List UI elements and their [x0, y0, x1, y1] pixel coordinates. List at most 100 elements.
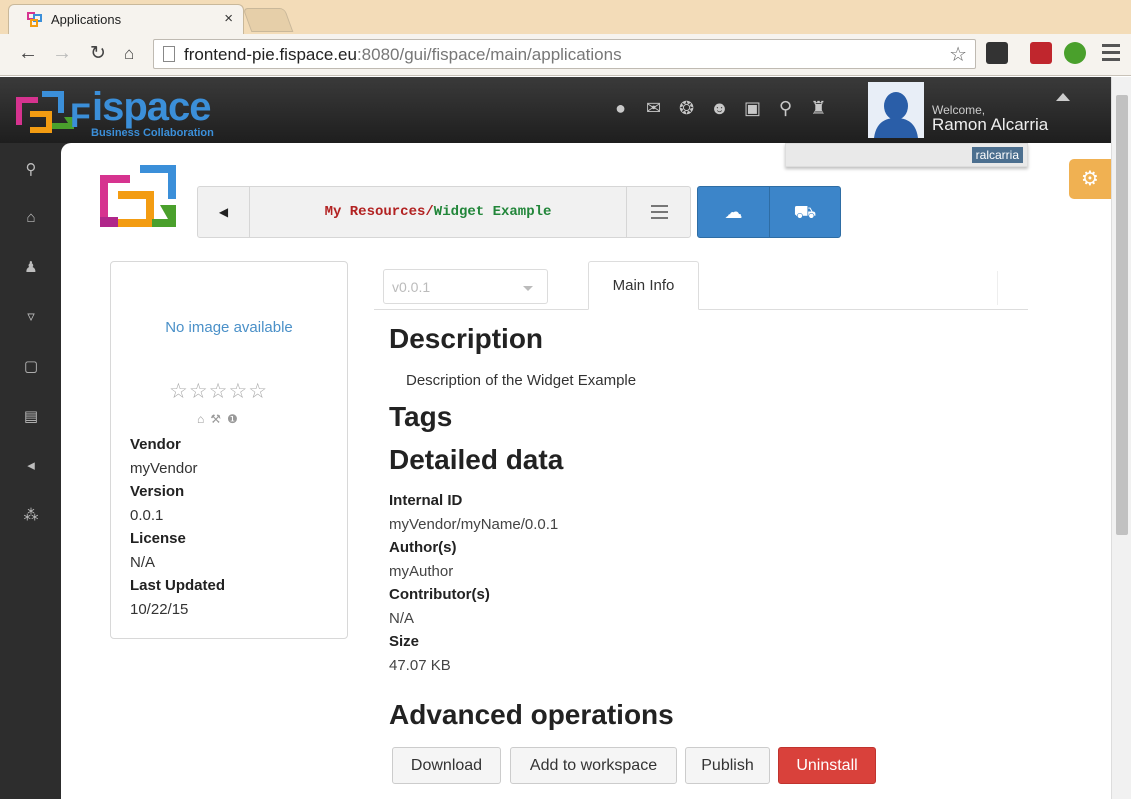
brand-name: ispace	[92, 85, 212, 129]
envelope-icon[interactable]: ✉	[643, 97, 664, 119]
svg-text:F: F	[70, 97, 90, 135]
user-badge-label: ralcarria	[971, 147, 1023, 163]
fispace-logo[interactable]: F ispace Business Collaboration	[12, 85, 214, 139]
url-text: frontend-pie.fispace.eu:8080/gui/fispace…	[184, 45, 622, 64]
rail-home-icon[interactable]: ⌂	[22, 209, 40, 227]
browser-tab[interactable]: Applications ×	[8, 4, 244, 34]
new-tab-button[interactable]	[242, 8, 294, 32]
rail-cart-icon[interactable]: ▿	[22, 308, 40, 326]
address-bar[interactable]: frontend-pie.fispace.eu:8080/gui/fispace…	[153, 39, 976, 69]
extension-red-icon[interactable]	[1030, 42, 1052, 64]
resource-mini-icons: ⌂⚒❶	[197, 412, 244, 426]
upload-cloud-button[interactable]: ☁	[698, 187, 769, 237]
fispace-logo-mark-icon: F	[16, 91, 90, 135]
chevron-down-icon	[523, 286, 533, 291]
forward-arrow-icon[interactable]: →	[52, 42, 72, 65]
page-icon	[163, 46, 175, 62]
briefcase-icon[interactable]: ▣	[742, 97, 763, 119]
info-mini-icon[interactable]: ❶	[227, 412, 244, 426]
tab-main-info[interactable]: Main Info	[588, 261, 699, 310]
authors-label: Author(s)	[389, 539, 457, 556]
avatar[interactable]	[868, 82, 924, 138]
no-image-placeholder: No image available	[165, 319, 293, 336]
back-arrow-icon[interactable]: ←	[18, 42, 38, 65]
rail-cubes-icon[interactable]: ⁂	[22, 507, 40, 525]
extension-icon[interactable]	[986, 42, 1008, 64]
browser-toolbar: ← → ↻ ⌂ frontend-pie.fispace.eu:8080/gui…	[0, 34, 1131, 76]
license-value: N/A	[130, 553, 156, 571]
version-select[interactable]: v0.0.1	[383, 269, 548, 304]
search-icon[interactable]: ⚲	[775, 97, 796, 119]
version-value: 0.0.1	[130, 506, 164, 524]
collapse-header-icon[interactable]	[1056, 93, 1070, 101]
size-label: Size	[389, 633, 420, 650]
app-header: F ispace Business Collaboration ● ✉ ❂ ☻ …	[0, 77, 1111, 143]
reload-icon[interactable]: ↻	[90, 42, 106, 65]
advanced-operations-heading: Advanced operations	[389, 699, 674, 730]
last-updated-value: 10/22/15	[130, 600, 189, 618]
chat-icon[interactable]: ❂	[676, 97, 697, 119]
settings-gears-icon[interactable]: ⚙	[1069, 159, 1111, 199]
tab-divider	[997, 271, 998, 305]
scrollbar-thumb[interactable]	[1116, 95, 1128, 535]
resource-meta: Vendor myVendor Version 0.0.1 License N/…	[130, 433, 225, 621]
resource-page: ralcarria ⚙ ◀ My Resources/Widget Exampl…	[61, 143, 1111, 799]
rail-user-icon[interactable]: ♟	[22, 259, 40, 277]
user-badge: ralcarria	[785, 143, 1028, 167]
rail-inbox-icon[interactable]: ▢	[22, 358, 40, 376]
download-button[interactable]: Download	[392, 747, 501, 784]
globe-icon[interactable]: ●	[610, 97, 631, 119]
description-heading: Description	[389, 323, 544, 354]
contributors-label: Contributor(s)	[389, 586, 490, 603]
header-icon-bar: ● ✉ ❂ ☻ ▣ ⚲ ♜	[610, 97, 829, 119]
breadcrumb-my-resources[interactable]: My Resources	[325, 204, 426, 220]
publish-button[interactable]: Publish	[685, 747, 770, 784]
detailed-data-heading: Detailed data	[389, 444, 564, 475]
content-area: ralcarria ⚙ ◀ My Resources/Widget Exampl…	[59, 143, 1111, 799]
browser-menu-icon[interactable]	[1102, 44, 1120, 65]
bookmark-star-icon[interactable]: ☆	[949, 42, 967, 67]
home-mini-icon[interactable]: ⌂	[197, 412, 210, 426]
license-label: License	[130, 530, 186, 547]
resource-action-group: ☁ ⛟	[697, 186, 841, 238]
authors-value: myAuthor	[389, 562, 454, 580]
rail-book-icon[interactable]: ▤	[22, 408, 40, 426]
tab-title: Applications	[51, 12, 122, 27]
rail-megaphone-icon[interactable]: ◂	[22, 457, 40, 475]
username[interactable]: Ramon Alcarria	[932, 115, 1048, 135]
version-label: Version	[130, 483, 185, 500]
cart-button[interactable]: ⛟	[769, 187, 840, 237]
fispace-favicon-icon	[27, 12, 42, 27]
version-select-value: v0.0.1	[392, 279, 431, 295]
page-scrollbar[interactable]	[1111, 77, 1131, 799]
breadcrumb-widget-example: Widget Example	[433, 204, 552, 220]
left-rail: ⚲ ⌂ ♟ ▿ ▢ ▤ ◂ ⁂	[0, 143, 59, 799]
tab-close-icon[interactable]: ×	[224, 10, 233, 27]
resource-summary-panel: No image available ☆☆☆☆☆ ⌂⚒❶ Vendor myVe…	[110, 261, 348, 639]
detailed-data-list: Internal ID myVendor/myName/0.0.1 Author…	[389, 489, 558, 677]
uninstall-button[interactable]: Uninstall	[778, 747, 876, 784]
internal-id-label: Internal ID	[389, 492, 463, 509]
extension-green-icon[interactable]	[1064, 42, 1086, 64]
last-updated-label: Last Updated	[130, 577, 226, 594]
group-icon[interactable]: ☻	[709, 97, 730, 119]
size-value: 47.07 KB	[389, 656, 451, 674]
vendor-value: myVendor	[130, 459, 198, 477]
gavel-mini-icon[interactable]: ⚒	[210, 412, 227, 426]
browser-tabstrip: Applications ×	[0, 0, 1131, 34]
internal-id-value: myVendor/myName/0.0.1	[389, 515, 559, 533]
breadcrumb-path: My Resources/Widget Example	[324, 204, 552, 220]
back-caret-icon[interactable]: ◀	[198, 187, 250, 237]
brand-subtitle: Business Collaboration	[91, 127, 214, 139]
home-button-icon[interactable]: ⌂	[124, 44, 134, 64]
vendor-label: Vendor	[130, 436, 181, 453]
description-text: Description of the Widget Example	[406, 372, 637, 389]
rail-search-icon[interactable]: ⚲	[22, 161, 40, 179]
hamburger-menu-icon[interactable]	[626, 187, 690, 237]
sitemap-icon[interactable]: ♜	[808, 97, 829, 119]
tabs-divider	[374, 309, 1028, 310]
tags-heading: Tags	[389, 401, 453, 432]
rating-stars[interactable]: ☆☆☆☆☆	[169, 379, 268, 404]
contributors-value: N/A	[389, 609, 415, 627]
add-to-workspace-button[interactable]: Add to workspace	[510, 747, 677, 784]
